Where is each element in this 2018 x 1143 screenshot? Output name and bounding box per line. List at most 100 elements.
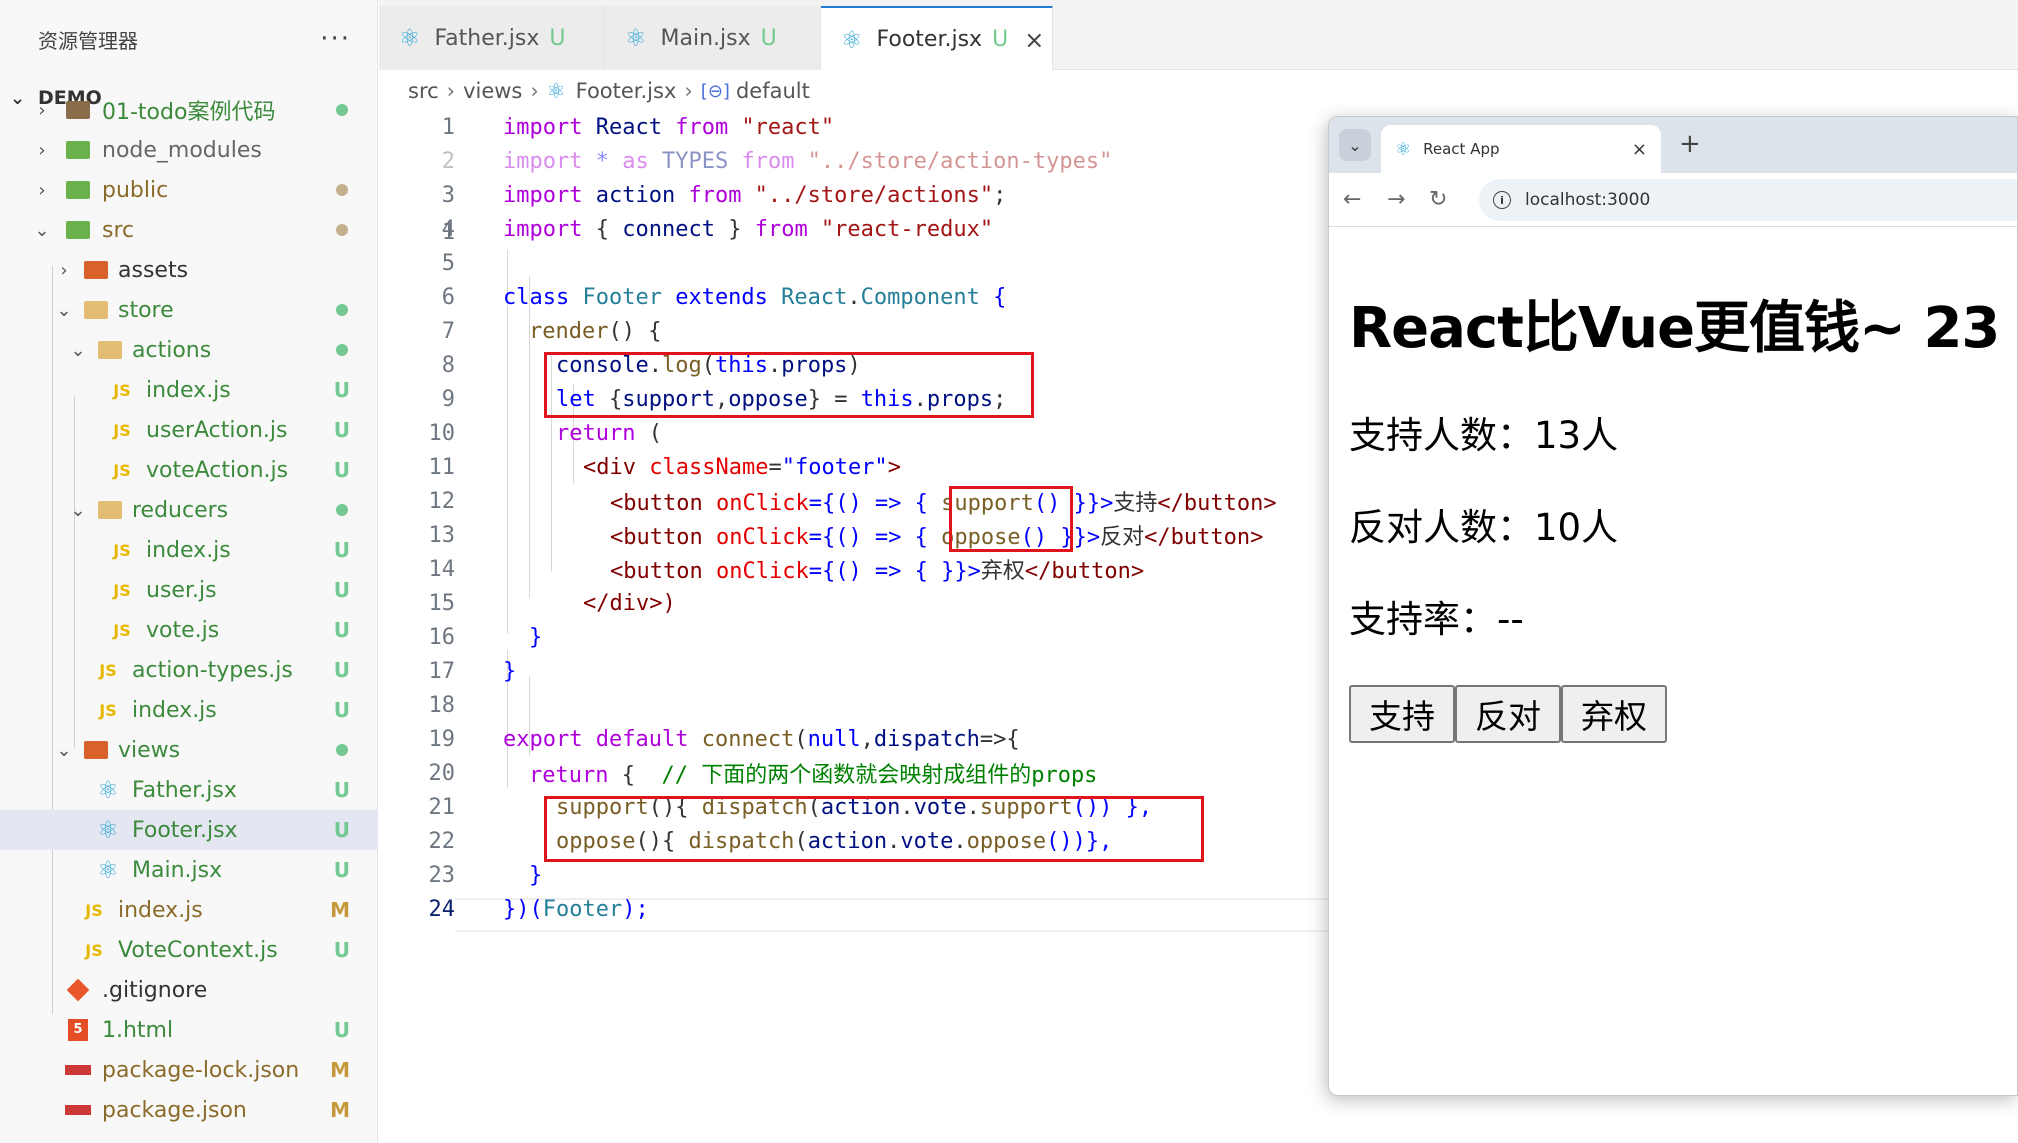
react-icon: ⚛: [1395, 138, 1412, 160]
close-icon[interactable]: ×: [1024, 26, 1044, 54]
tree-item[interactable]: JS user.js U: [0, 570, 378, 610]
chevron-right-icon[interactable]: ›: [32, 180, 52, 201]
tree-item[interactable]: › assets: [0, 250, 378, 290]
tree-item[interactable]: JS VoteContext.js U: [0, 930, 378, 970]
folder-icon: [82, 298, 110, 322]
react-icon: ⚛: [399, 24, 421, 52]
tree-item[interactable]: › 01-todo案例代码: [0, 90, 378, 130]
browser-tab[interactable]: ⚛ React App ×: [1381, 125, 1661, 173]
folder-icon: [82, 258, 110, 282]
folder-icon: [64, 178, 92, 202]
tab-footer-jsx[interactable]: ⚛ Footer.jsx U ×: [821, 6, 1053, 71]
address-bar[interactable]: i localhost:3000: [1479, 179, 2017, 221]
tree-item-label: 01-todo案例代码: [102, 100, 276, 125]
address-bar-url: localhost:3000: [1525, 190, 1651, 210]
html-file-icon: 5: [64, 1018, 92, 1042]
info-icon[interactable]: i: [1493, 191, 1511, 209]
git-status: U: [333, 858, 350, 882]
symbol-variable-icon: [⊖]: [700, 80, 730, 102]
code-text: import * as TYPES from "../store/action-…: [503, 148, 1113, 174]
tree-item[interactable]: JS voteAction.js U: [0, 450, 378, 490]
tree-item[interactable]: JS userAction.js U: [0, 410, 378, 450]
javascript-file-icon: JS: [85, 900, 103, 920]
javascript-file-icon: JS: [99, 660, 117, 680]
javascript-file-icon: JS: [113, 620, 131, 640]
git-status: M: [330, 1058, 350, 1082]
breadcrumb-item[interactable]: src: [408, 79, 439, 103]
chevron-down-icon[interactable]: ⌄: [68, 340, 88, 361]
tree-item-label: .gitignore: [102, 977, 208, 1003]
tree-item[interactable]: ⌄ actions: [0, 330, 378, 370]
breadcrumb-item[interactable]: Footer.jsx: [576, 79, 677, 103]
line-number: 24: [428, 896, 456, 922]
tree-item[interactable]: ⚛ Main.jsx U: [0, 850, 378, 890]
tree-item[interactable]: package.json M: [0, 1090, 378, 1130]
chevron-down-icon[interactable]: ⌄: [68, 500, 88, 521]
tree-item-label: VoteContext.js: [118, 937, 278, 963]
forward-arrow-icon[interactable]: →: [1387, 187, 1405, 212]
tree-item[interactable]: ⌄ reducers: [0, 490, 378, 530]
abstain-button[interactable]: 弃权: [1561, 685, 1667, 743]
chevron-right-icon[interactable]: ›: [32, 140, 52, 161]
reload-icon[interactable]: ↻: [1429, 187, 1447, 212]
npm-icon: [64, 1058, 92, 1082]
line-number: 10: [428, 420, 456, 446]
tree-item[interactable]: ⌄ views: [0, 730, 378, 770]
tab-label: Footer.jsx: [876, 27, 983, 52]
tree-item[interactable]: JS index.js M: [0, 890, 378, 930]
tree-item-label: package.json: [102, 1097, 247, 1123]
code-text: <div className="footer">: [583, 454, 901, 480]
tree-item-label: Main.jsx: [132, 857, 223, 883]
chevron-down-icon[interactable]: ⌄: [32, 220, 52, 241]
javascript-file-icon: JS: [113, 380, 131, 400]
tree-item[interactable]: JS index.js U: [0, 690, 378, 730]
tree-item[interactable]: JS vote.js U: [0, 610, 378, 650]
new-tab-button[interactable]: +: [1679, 129, 1701, 159]
chevron-right-icon[interactable]: ›: [54, 260, 74, 281]
code-text: <button onClick={() => { support() }}>支持…: [610, 491, 1277, 516]
chevron-right-icon: ›: [684, 79, 693, 103]
javascript-file-icon: JS: [113, 540, 131, 560]
line-number: 19: [428, 726, 456, 752]
breadcrumb-item[interactable]: default: [736, 79, 810, 103]
tab-main-jsx[interactable]: ⚛ Main.jsx U: [605, 6, 821, 70]
chevron-down-icon[interactable]: ⌄: [54, 300, 74, 321]
tree-item-label: assets: [118, 257, 189, 283]
folder-icon: [82, 738, 110, 762]
tree-item[interactable]: ⌄ src: [0, 210, 378, 250]
tree-item[interactable]: ⚛ Footer.jsx U: [0, 810, 378, 850]
javascript-file-icon: JS: [113, 580, 131, 600]
breadcrumb-item[interactable]: views: [463, 79, 522, 103]
tree-item[interactable]: ⌄ store: [0, 290, 378, 330]
code-text: return (: [556, 420, 662, 446]
support-button[interactable]: 支持: [1349, 685, 1455, 743]
chevron-down-icon[interactable]: ⌄: [54, 740, 74, 761]
browser-toolbar: ← → ↻ i localhost:3000: [1329, 173, 2017, 227]
tree-item[interactable]: JS index.js U: [0, 370, 378, 410]
tree-item[interactable]: JS index.js U: [0, 530, 378, 570]
tree-item[interactable]: package-lock.json M: [0, 1050, 378, 1090]
editor-tab-bar: ⚛ Father.jsx U ⚛ Main.jsx U ⚛ Footer.jsx…: [379, 0, 2018, 71]
oppose-button[interactable]: 反对: [1455, 685, 1561, 743]
close-icon[interactable]: ×: [1632, 139, 1647, 160]
line-number: 20: [428, 760, 456, 786]
tree-item[interactable]: ⚛ Father.jsx U: [0, 770, 378, 810]
tab-father-jsx[interactable]: ⚛ Father.jsx U: [379, 6, 605, 70]
line-number: 11: [428, 454, 456, 480]
tree-item[interactable]: › public: [0, 170, 378, 210]
line-number: 13: [428, 522, 456, 548]
line-number: 22: [428, 828, 456, 854]
tab-search-button[interactable]: ⌄: [1339, 129, 1371, 161]
tree-item[interactable]: › node_modules: [0, 130, 378, 170]
tree-item-label: voteAction.js: [146, 457, 289, 483]
back-arrow-icon[interactable]: ←: [1343, 187, 1361, 212]
code-text: import React from "react": [503, 114, 835, 140]
tree-item-label: Father.jsx: [132, 777, 237, 803]
git-status: U: [333, 778, 350, 802]
code-text: <button onClick={() => { oppose() }}>反对<…: [610, 525, 1264, 550]
tree-item[interactable]: 5 1.html U: [0, 1010, 378, 1050]
tree-item[interactable]: JS action-types.js U: [0, 650, 378, 690]
chevron-right-icon[interactable]: ›: [32, 100, 52, 121]
more-actions-button[interactable]: ···: [320, 24, 351, 54]
tree-item[interactable]: .gitignore: [0, 970, 378, 1010]
